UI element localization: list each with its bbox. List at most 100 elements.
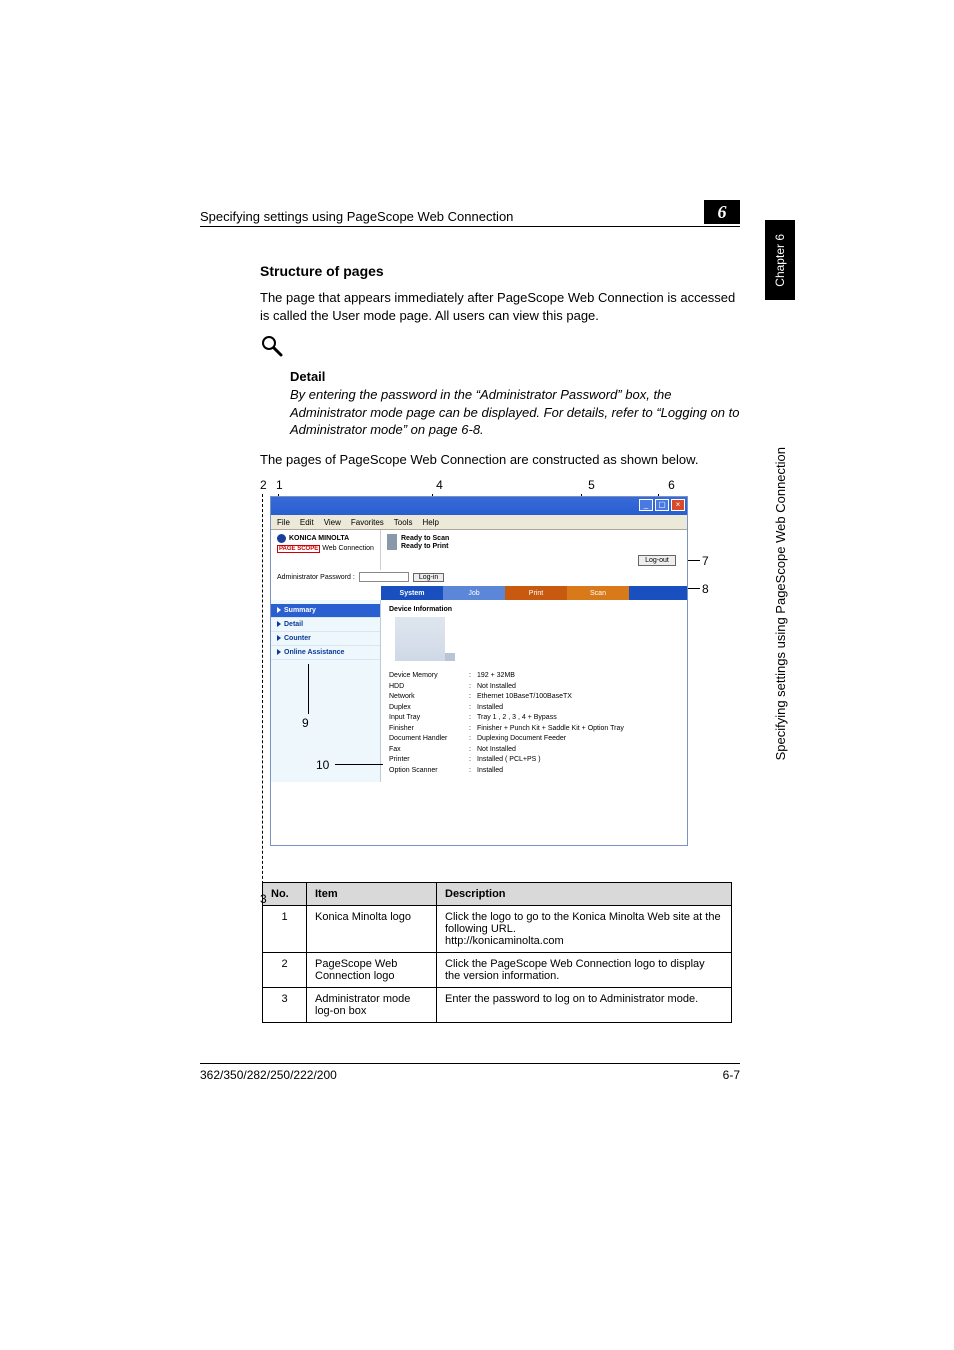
sidebar-label-summary: Summary xyxy=(284,607,316,614)
row-net-v: Ethernet 10BaseT/100BaseTX xyxy=(477,692,572,703)
page-header: Specifying settings using PageScope Web … xyxy=(200,200,740,227)
km-logo-text: KONICA MINOLTA xyxy=(289,535,349,542)
cell-item-1: Konica Minolta logo xyxy=(307,906,437,953)
tab-print[interactable]: Print xyxy=(505,586,567,600)
callout-3: 3 xyxy=(260,892,267,906)
th-item: Item xyxy=(307,883,437,906)
pagescope-logo[interactable]: PAGE SCOPEWeb Connection xyxy=(277,545,374,552)
chapter-tab: Chapter 6 xyxy=(765,220,795,300)
callout-4: 4 xyxy=(436,478,443,492)
row-hdd-k: HDD xyxy=(389,682,469,693)
sidebar-item-summary[interactable]: Summary xyxy=(271,604,380,618)
cell-no-3: 3 xyxy=(263,988,307,1023)
row-mem-k: Device Memory xyxy=(389,671,469,682)
row-prn-k: Printer xyxy=(389,755,469,766)
callout-10: 10 xyxy=(316,758,329,772)
table-row: 1 Konica Minolta logo Click the logo to … xyxy=(263,906,732,953)
menu-edit[interactable]: Edit xyxy=(300,518,314,527)
callout-7: 7 xyxy=(702,554,709,568)
callout-9: 9 xyxy=(302,716,309,730)
printer-icon xyxy=(387,542,397,550)
admin-password-label: Administrator Password : xyxy=(277,574,355,581)
cell-desc-1: Click the logo to go to the Konica Minol… xyxy=(437,906,732,953)
menu-favorites[interactable]: Favorites xyxy=(351,518,384,527)
side-label: Specifying settings using PageScope Web … xyxy=(765,330,795,760)
section-heading: Structure of pages xyxy=(260,263,740,279)
guide-10 xyxy=(335,764,383,765)
callout-8: 8 xyxy=(702,582,709,596)
row-net-k: Network xyxy=(389,692,469,703)
logout-button[interactable]: Log-out xyxy=(638,555,676,566)
sidebar-item-online[interactable]: Online Assistance xyxy=(271,646,380,660)
sidebar-label-online: Online Assistance xyxy=(284,649,344,656)
sidebar-item-counter[interactable]: Counter xyxy=(271,632,380,646)
device-info-heading: Device Information xyxy=(389,606,679,613)
tab-system[interactable]: System xyxy=(381,586,443,600)
sidebar-label-counter: Counter xyxy=(284,635,311,642)
callout-row-top: 2 1 4 5 6 xyxy=(260,478,740,492)
cell-no-1: 1 xyxy=(263,906,307,953)
menu-file[interactable]: File xyxy=(277,518,290,527)
tab-spacer xyxy=(629,586,687,600)
chapter-number: 6 xyxy=(704,200,740,224)
th-desc: Description xyxy=(437,883,732,906)
login-button[interactable]: Log-in xyxy=(413,573,444,582)
menu-help[interactable]: Help xyxy=(422,518,438,527)
row-dup-k: Duplex xyxy=(389,703,469,714)
chevron-right-icon xyxy=(277,635,281,641)
cell-item-3: Administrator mode log-on box xyxy=(307,988,437,1023)
guide-8 xyxy=(688,588,700,589)
row-tray-v: Tray 1 , 2 , 3 , 4 + Bypass xyxy=(477,713,557,724)
row-fin-k: Finisher xyxy=(389,724,469,735)
row-tray-k: Input Tray xyxy=(389,713,469,724)
paragraph-2: The pages of PageScope Web Connection ar… xyxy=(260,451,740,469)
row-fax-k: Fax xyxy=(389,745,469,756)
menu-view[interactable]: View xyxy=(324,518,341,527)
footer-model: 362/350/282/250/222/200 xyxy=(200,1068,337,1082)
guide-7 xyxy=(688,560,700,561)
row-doc-v: Duplexing Document Feeder xyxy=(477,734,566,745)
table-row: 3 Administrator mode log-on box Enter th… xyxy=(263,988,732,1023)
row-hdd-v: Not Installed xyxy=(477,682,516,693)
row-mem-v: 192 + 32MB xyxy=(477,671,515,682)
minimize-button[interactable]: _ xyxy=(639,499,653,511)
pagescope-text: Web Connection xyxy=(322,545,374,552)
paragraph-1: The page that appears immediately after … xyxy=(260,289,740,324)
maximize-button[interactable]: ▢ xyxy=(655,499,669,511)
menu-tools[interactable]: Tools xyxy=(394,518,413,527)
status-scan: Ready to Scan xyxy=(401,535,449,542)
admin-password-input[interactable] xyxy=(359,572,409,582)
chapter-tab-label: Chapter 6 xyxy=(773,234,787,287)
cell-no-2: 2 xyxy=(263,953,307,988)
magnifier-icon xyxy=(260,334,740,363)
scanner-icon xyxy=(387,534,397,542)
chevron-right-icon xyxy=(277,607,281,613)
browser-menubar: File Edit View Favorites Tools Help xyxy=(271,515,687,530)
header-title: Specifying settings using PageScope Web … xyxy=(200,209,704,224)
sidebar-item-detail[interactable]: Detail xyxy=(271,618,380,632)
detail-heading: Detail xyxy=(290,369,740,384)
side-label-text: Specifying settings using PageScope Web … xyxy=(773,447,788,760)
detail-body: By entering the password in the “Adminis… xyxy=(290,386,740,439)
device-image xyxy=(395,617,445,661)
tab-scan[interactable]: Scan xyxy=(567,586,629,600)
km-logo-icon xyxy=(277,534,286,543)
callout-6: 6 xyxy=(668,478,675,492)
tab-job[interactable]: Job xyxy=(443,586,505,600)
km-logo[interactable]: KONICA MINOLTA xyxy=(277,534,374,543)
row-prn-v: Installed ( PCL+PS ) xyxy=(477,755,541,766)
description-table: No. Item Description 1 Konica Minolta lo… xyxy=(262,882,732,1023)
guide-9 xyxy=(308,664,309,714)
page-footer: 362/350/282/250/222/200 6-7 xyxy=(200,1063,740,1082)
callout-5: 5 xyxy=(588,478,595,492)
cell-desc-3: Enter the password to log on to Administ… xyxy=(437,988,732,1023)
footer-page: 6-7 xyxy=(723,1068,740,1082)
pagescope-badge: PAGE SCOPE xyxy=(277,545,320,553)
sidebar-label-detail: Detail xyxy=(284,621,303,628)
browser-window: _ ▢ × File Edit View Favorites Tools Hel… xyxy=(270,496,688,846)
cell-desc-2: Click the PageScope Web Connection logo … xyxy=(437,953,732,988)
sidebar: Summary Detail Counter Online Assistance xyxy=(271,600,381,782)
table-row: 2 PageScope Web Connection logo Click th… xyxy=(263,953,732,988)
close-button[interactable]: × xyxy=(671,499,685,511)
chevron-right-icon xyxy=(277,649,281,655)
